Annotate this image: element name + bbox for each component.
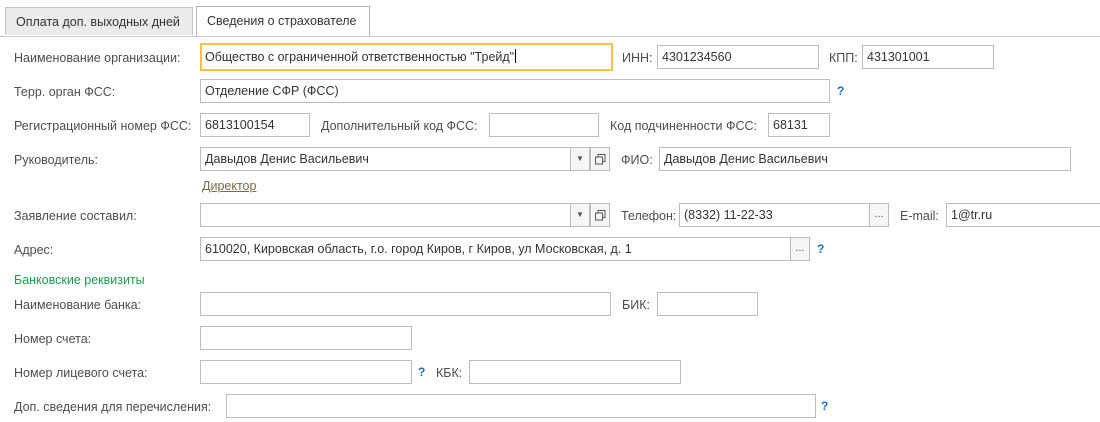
fss-org-help-icon[interactable]: ? — [837, 84, 844, 98]
bank-section-title: Банковские реквизиты — [14, 273, 145, 287]
personal-account-help-icon[interactable]: ? — [418, 365, 425, 379]
phone-input[interactable]: (8332) 11-22-33 — [679, 203, 871, 227]
tab-extra-days-payment[interactable]: Оплата доп. выходных дней — [5, 7, 193, 35]
compiler-dropdown-button[interactable]: ▼ — [570, 203, 590, 227]
reg-num-input[interactable]: 6813100154 — [200, 113, 310, 137]
compiler-input[interactable] — [200, 203, 572, 227]
account-label: Номер счета: — [14, 332, 92, 346]
kbk-input[interactable] — [469, 360, 681, 384]
text-caret — [515, 49, 517, 63]
bik-input[interactable] — [657, 292, 758, 316]
extra-info-help-icon[interactable]: ? — [821, 399, 828, 413]
head-dropdown-button[interactable]: ▼ — [570, 147, 590, 171]
kbk-label: КБК: — [436, 366, 463, 380]
open-window-icon — [595, 154, 606, 165]
email-input[interactable]: 1@tr.ru — [946, 203, 1100, 227]
open-window-icon — [595, 210, 606, 221]
chevron-down-icon: ▼ — [576, 210, 584, 219]
bik-label: БИК: — [622, 298, 650, 312]
extra-info-input[interactable] — [226, 394, 816, 418]
sub-code-input[interactable]: 68131 — [768, 113, 830, 137]
personal-account-input[interactable] — [200, 360, 412, 384]
fio-label: ФИО: — [621, 153, 653, 167]
head-position-link[interactable]: Директор — [202, 179, 256, 193]
kpp-input[interactable]: 431301001 — [862, 45, 994, 69]
address-input[interactable]: 610020, Кировская область, г.о. город Ки… — [200, 237, 792, 261]
org-label: Наименование организации: — [14, 51, 181, 65]
inn-input[interactable]: 4301234560 — [657, 45, 819, 69]
personal-account-label: Номер лицевого счета: — [14, 366, 148, 380]
account-input[interactable] — [200, 326, 412, 350]
compiler-label: Заявление составил: — [14, 209, 137, 223]
org-input[interactable]: Общество с ограниченной ответственностью… — [200, 43, 613, 71]
head-label: Руководитель: — [14, 153, 99, 167]
address-select-button[interactable]: ... — [790, 237, 810, 261]
head-input[interactable]: Давыдов Денис Васильевич — [200, 147, 572, 171]
address-label: Адрес: — [14, 243, 54, 257]
chevron-down-icon: ▼ — [576, 154, 584, 163]
bank-name-input[interactable] — [200, 292, 611, 316]
bank-name-label: Наименование банка: — [14, 298, 142, 312]
add-code-label: Дополнительный код ФСС: — [321, 119, 478, 133]
head-open-button[interactable] — [590, 147, 610, 171]
tab-insurer-info[interactable]: Сведения о страхователе — [196, 6, 370, 36]
inn-label: ИНН: — [622, 51, 653, 65]
kpp-label: КПП: — [829, 51, 858, 65]
fio-input[interactable]: Давыдов Денис Васильевич — [659, 147, 1071, 171]
phone-label: Телефон: — [621, 209, 677, 223]
fss-org-input[interactable]: Отделение СФР (ФСС) — [200, 79, 830, 103]
email-label: E-mail: — [900, 209, 939, 223]
reg-num-label: Регистрационный номер ФСС: — [14, 119, 192, 133]
sub-code-label: Код подчиненности ФСС: — [610, 119, 758, 133]
address-help-icon[interactable]: ? — [817, 242, 824, 256]
org-value: Общество с ограниченной ответственностью… — [205, 50, 515, 64]
fss-org-label: Терр. орган ФСС: — [14, 85, 116, 99]
compiler-open-button[interactable] — [590, 203, 610, 227]
add-code-input[interactable] — [489, 113, 599, 137]
extra-info-label: Доп. сведения для перечисления: — [14, 400, 212, 414]
phone-select-button[interactable]: ... — [869, 203, 889, 227]
